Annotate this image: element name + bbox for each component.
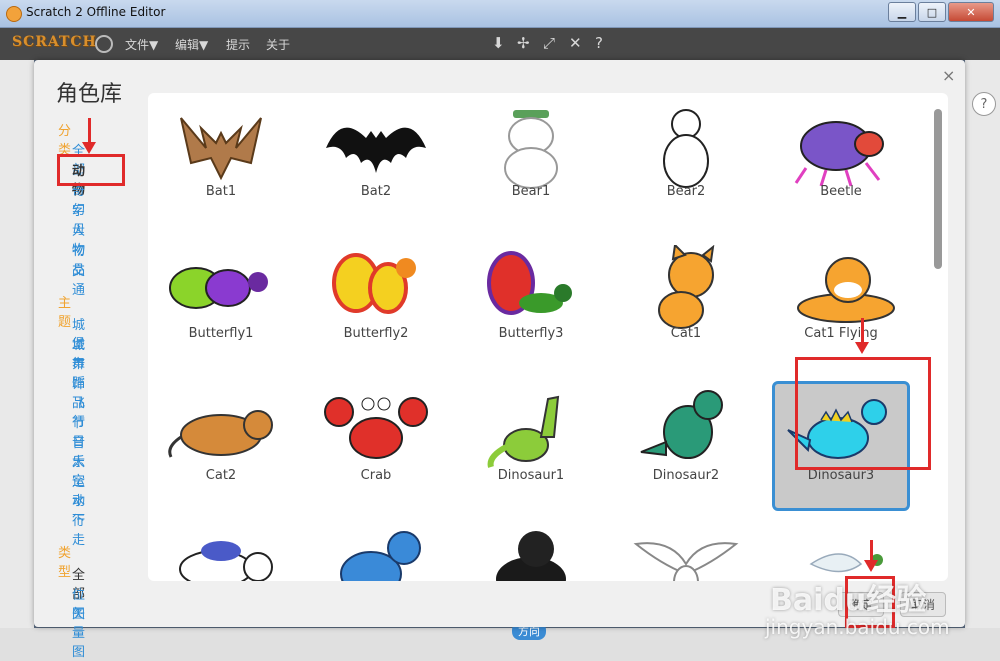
scratch-logo[interactable]: SCRATCH	[12, 34, 97, 50]
scratch-menubar: SCRATCH 文件▼ 编辑▼ 提示 关于 ⬇ ✢ ⤢ ✕ ?	[0, 28, 1000, 60]
grow-tool-icon[interactable]: ⤢	[543, 34, 555, 52]
beetle-icon	[786, 103, 896, 193]
sprite-tile-bear1[interactable]: Bear1	[462, 97, 600, 227]
sprite-library-dialog: 角色库 × 分类 全部 动物 奇幻 字母 人物 物品 交通 主题 城堡 城市 舞…	[34, 60, 965, 660]
dialog-close-icon[interactable]: ×	[942, 66, 955, 85]
sprite-tile-butterfly1[interactable]: Butterfly1	[152, 239, 290, 369]
sprite-tile-cat1-flying[interactable]: Cat1 Flying	[772, 239, 910, 369]
cat-icon	[631, 245, 741, 335]
butterfly-icon	[166, 245, 276, 335]
grid-scrollbar[interactable]	[934, 109, 942, 269]
cat-brown-icon	[166, 387, 276, 477]
help-tool-icon[interactable]: ?	[595, 34, 603, 52]
editor-scripts-panel	[965, 60, 1000, 661]
scratch-app-icon	[6, 6, 22, 22]
window-titlebar: Scratch 2 Offline Editor ▁ □ ✕	[0, 0, 1000, 28]
category-header: 分类	[58, 124, 72, 158]
sprite-tile-cat1[interactable]: Cat1	[617, 239, 755, 369]
type-header: 类型	[58, 546, 72, 580]
annotation-arrow-head	[864, 560, 878, 572]
annotation-box-sprite	[795, 357, 931, 470]
sprite-tile-dog2[interactable]	[307, 513, 445, 581]
dog-icon	[166, 519, 276, 581]
theme-header: 主题	[58, 296, 72, 330]
dove-branch-icon	[786, 519, 896, 581]
menu-about[interactable]: 关于	[266, 36, 290, 53]
annotation-arrow-head	[855, 342, 869, 354]
sprite-name: Bear2	[666, 184, 706, 199]
cut-tool-icon[interactable]: ✢	[517, 34, 530, 52]
category-transport[interactable]: 交通	[72, 260, 85, 298]
window-controls: ▁ □ ✕	[888, 2, 994, 22]
sprite-name: Butterfly1	[188, 326, 254, 341]
dinosaur-icon	[476, 387, 586, 477]
sprite-name: Bat1	[205, 184, 237, 199]
baidu-watermark-url: jingyan.baidu.com	[765, 615, 950, 639]
sprite-name: Butterfly3	[498, 326, 564, 341]
bat-sprite-icon	[166, 103, 276, 193]
maximize-button[interactable]: □	[918, 2, 946, 22]
puppy-photo-icon	[476, 519, 586, 581]
crab-icon	[321, 387, 431, 477]
menu-edit[interactable]: 编辑▼	[175, 36, 208, 53]
annotation-arrow	[861, 318, 864, 344]
shrink-tool-icon[interactable]: ✕	[569, 34, 582, 52]
sprite-tile-bear2[interactable]: Bear2	[617, 97, 755, 227]
dove-icon	[631, 519, 741, 581]
menu-tips[interactable]: 提示	[226, 36, 250, 53]
minimize-button[interactable]: ▁	[888, 2, 916, 22]
sprite-name: Dinosaur3	[807, 468, 875, 483]
butterfly-icon	[321, 245, 431, 335]
help-button[interactable]: ?	[972, 92, 996, 116]
annotation-arrow	[870, 540, 873, 562]
bear-outline-icon	[476, 103, 586, 193]
sprite-name: Dinosaur1	[497, 468, 565, 483]
sprite-tile-cat2[interactable]: Cat2	[152, 381, 290, 511]
cat-flying-icon	[786, 245, 896, 335]
sprite-tile-dinosaur2[interactable]: Dinosaur2	[617, 381, 755, 511]
sprite-name: Cat1 Flying	[804, 326, 878, 341]
sprite-name: Cat2	[205, 468, 237, 483]
annotation-arrow-head	[82, 142, 96, 154]
annotation-box-category	[57, 154, 125, 186]
sprite-tile-beetle[interactable]: Beetle	[772, 97, 910, 227]
sprite-tile-dove2[interactable]	[772, 513, 910, 581]
menu-file[interactable]: 文件▼	[125, 36, 158, 53]
bear-lineart-icon	[631, 103, 741, 193]
annotation-arrow	[88, 118, 91, 144]
close-window-button[interactable]: ✕	[948, 2, 994, 22]
dinosaur-icon	[631, 387, 741, 477]
butterfly-icon	[476, 245, 586, 335]
sprite-name: Bat2	[360, 184, 392, 199]
dialog-title: 角色库	[56, 82, 123, 107]
sprite-tile-puppy[interactable]	[462, 513, 600, 581]
theme-walking[interactable]: 行走	[72, 510, 85, 548]
baidu-watermark: Baidu经验	[770, 583, 927, 618]
dog-blue-icon	[321, 519, 431, 581]
sprite-tile-butterfly2[interactable]: Butterfly2	[307, 239, 445, 369]
sprite-tile-dove[interactable]	[617, 513, 755, 581]
stamp-tool-icon[interactable]: ⬇	[492, 34, 505, 52]
sprite-grid: Bat1 Bat2 Bear1 Bear2 Beetle Butterfly1 …	[148, 93, 948, 581]
sprite-tile-dinosaur1[interactable]: Dinosaur1	[462, 381, 600, 511]
sprite-name: Bear1	[511, 184, 551, 199]
sprite-tile-crab[interactable]: Crab	[307, 381, 445, 511]
sprite-name: Beetle	[820, 184, 862, 199]
sprite-name: Cat1	[670, 326, 702, 341]
sprite-name: Butterfly2	[343, 326, 409, 341]
sprite-tile-dog1[interactable]	[152, 513, 290, 581]
language-globe-icon[interactable]	[95, 35, 113, 53]
editor-stage-panel	[0, 60, 34, 661]
sprite-tile-butterfly3[interactable]: Butterfly3	[462, 239, 600, 369]
sprite-name: Crab	[360, 468, 392, 483]
type-vector[interactable]: 矢量图	[72, 603, 85, 660]
bat-silhouette-icon	[321, 103, 431, 193]
window-title: Scratch 2 Offline Editor	[26, 5, 166, 19]
sprite-tile-bat1[interactable]: Bat1	[152, 97, 290, 227]
sprite-tile-bat2[interactable]: Bat2	[307, 97, 445, 227]
sprite-name: Dinosaur2	[652, 468, 720, 483]
